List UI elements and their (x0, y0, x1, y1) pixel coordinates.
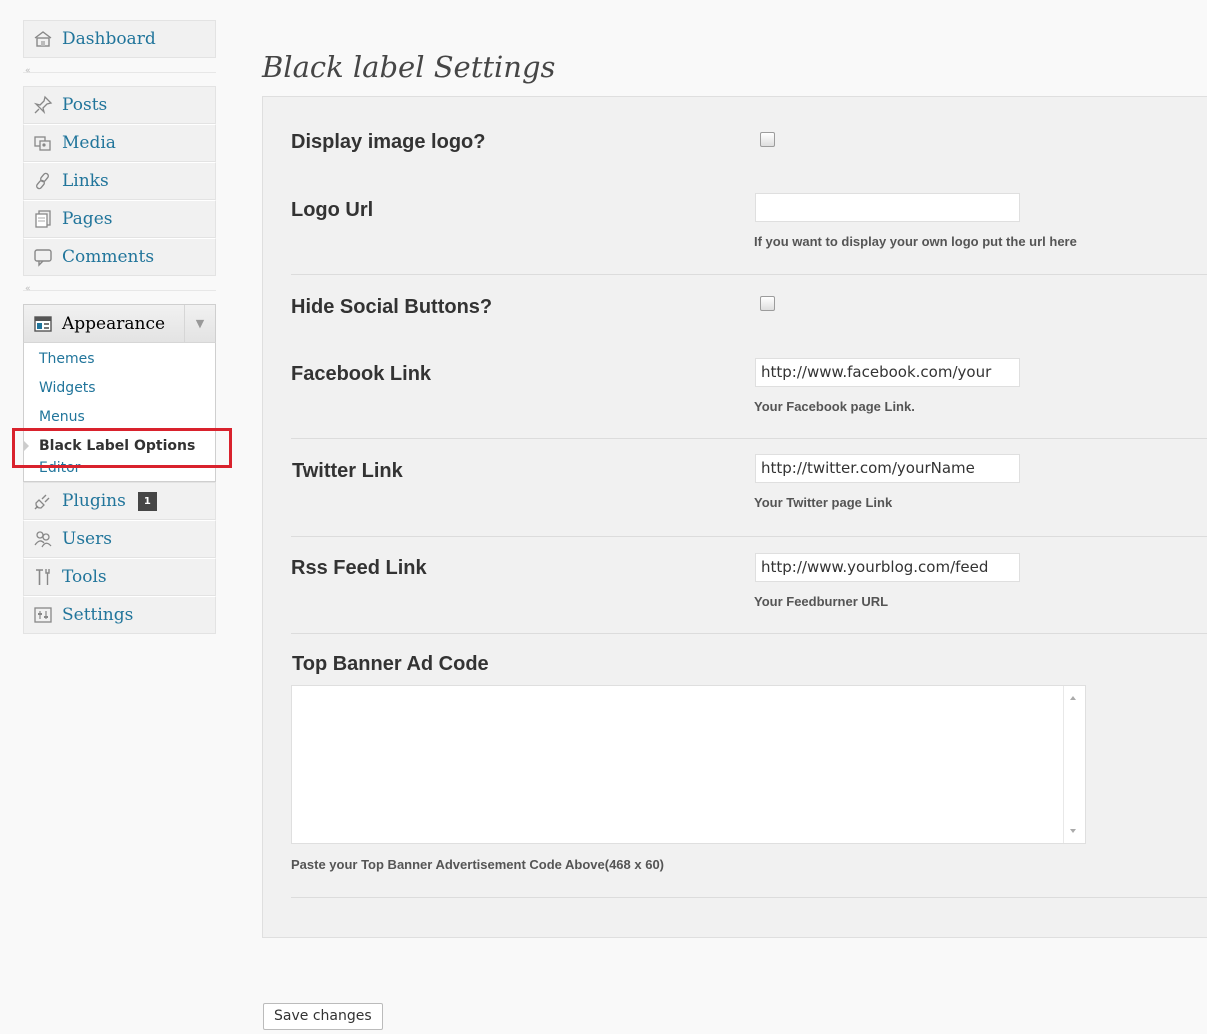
textarea-scrollbar[interactable] (1063, 686, 1085, 843)
display-logo-label: Display image logo? (291, 131, 486, 153)
comment-bubble-icon (32, 247, 54, 267)
scroll-down-icon[interactable] (1070, 829, 1076, 833)
menu-pages[interactable]: Pages (23, 200, 216, 238)
menu-users[interactable]: Users (23, 520, 216, 558)
submenu-editor[interactable]: Editor (24, 461, 215, 479)
settings-panel: Display image logo? Logo Url If you want… (262, 96, 1207, 938)
logo-url-input[interactable] (755, 193, 1020, 222)
page-title: Black label Settings (262, 50, 556, 84)
users-icon (32, 529, 54, 549)
menu-links-label: Links (62, 171, 109, 191)
appearance-icon (32, 314, 54, 334)
rss-link-hint: Your Feedburner URL (754, 594, 889, 609)
collapse-arrows-icon: « (25, 66, 31, 76)
submenu-toggle-icon[interactable]: ▼ (184, 305, 215, 342)
submenu-black-label-options[interactable]: Black Label Options (24, 432, 215, 461)
menu-appearance[interactable]: Appearance ▼ (23, 304, 216, 342)
menu-posts-label: Posts (62, 95, 108, 115)
menu-tools[interactable]: Tools (23, 558, 216, 596)
twitter-link-hint: Your Twitter page Link (754, 495, 893, 510)
facebook-link-label: Facebook Link (291, 363, 432, 385)
menu-dashboard-label: Dashboard (62, 29, 156, 49)
menu-plugins[interactable]: Plugins 1 (23, 482, 216, 520)
divider (291, 438, 1207, 439)
menu-media[interactable]: Media (23, 124, 216, 162)
menu-dashboard[interactable]: Dashboard (23, 20, 216, 58)
rss-link-label: Rss Feed Link (291, 557, 427, 579)
facebook-link-hint: Your Facebook page Link. (754, 399, 915, 414)
dashboard-icon (32, 29, 54, 49)
twitter-link-label: Twitter Link (292, 460, 403, 482)
tools-icon (32, 567, 54, 587)
chain-link-icon (32, 171, 54, 191)
top-banner-textarea[interactable] (291, 685, 1086, 844)
menu-pages-label: Pages (62, 209, 113, 229)
collapse-arrows-icon: « (25, 284, 31, 294)
current-caret-icon (24, 441, 29, 451)
display-logo-checkbox[interactable] (760, 132, 775, 147)
settings-icon (32, 605, 54, 625)
appearance-submenu: Themes Widgets Menus Black Label Options… (12, 342, 232, 482)
rss-link-input[interactable]: http://www.yourblog.com/feed (755, 553, 1020, 582)
top-banner-hint: Paste your Top Banner Advertisement Code… (291, 857, 665, 872)
menu-links[interactable]: Links (23, 162, 216, 200)
menu-settings-label: Settings (62, 605, 134, 625)
logo-url-label: Logo Url (291, 199, 374, 221)
menu-users-label: Users (62, 529, 112, 549)
hide-social-label: Hide Social Buttons? (291, 296, 493, 318)
divider (291, 897, 1207, 898)
menu-separator-2[interactable]: « (23, 276, 216, 304)
menu-comments[interactable]: Comments (23, 238, 216, 276)
facebook-link-input[interactable]: http://www.facebook.com/your (755, 358, 1020, 387)
divider (291, 633, 1207, 634)
scroll-up-icon[interactable] (1070, 696, 1076, 700)
menu-settings[interactable]: Settings (23, 596, 216, 634)
twitter-link-input[interactable]: http://twitter.com/yourName (755, 454, 1020, 483)
top-banner-label: Top Banner Ad Code (292, 653, 489, 675)
media-icon (32, 133, 54, 153)
pushpin-icon (32, 95, 54, 115)
submenu-widgets[interactable]: Widgets (24, 374, 215, 403)
logo-url-hint: If you want to display your own logo put… (754, 234, 1077, 249)
update-count-badge: 1 (137, 491, 157, 511)
submenu-themes[interactable]: Themes (24, 345, 215, 374)
menu-separator[interactable]: « (23, 58, 216, 86)
hide-social-checkbox[interactable] (760, 296, 775, 311)
save-changes-button[interactable]: Save changes (263, 1003, 383, 1030)
menu-appearance-label: Appearance (62, 313, 166, 334)
plug-icon (32, 491, 54, 511)
divider (291, 536, 1207, 537)
divider (291, 274, 1207, 275)
menu-media-label: Media (62, 133, 116, 153)
menu-plugins-label: Plugins (62, 491, 126, 511)
menu-posts[interactable]: Posts (23, 86, 216, 124)
submenu-menus[interactable]: Menus (24, 403, 215, 432)
admin-menu: Dashboard « Posts Media Links Pages Comm… (12, 20, 232, 634)
menu-comments-label: Comments (62, 247, 155, 267)
menu-tools-label: Tools (62, 567, 107, 587)
pages-icon (32, 209, 54, 229)
